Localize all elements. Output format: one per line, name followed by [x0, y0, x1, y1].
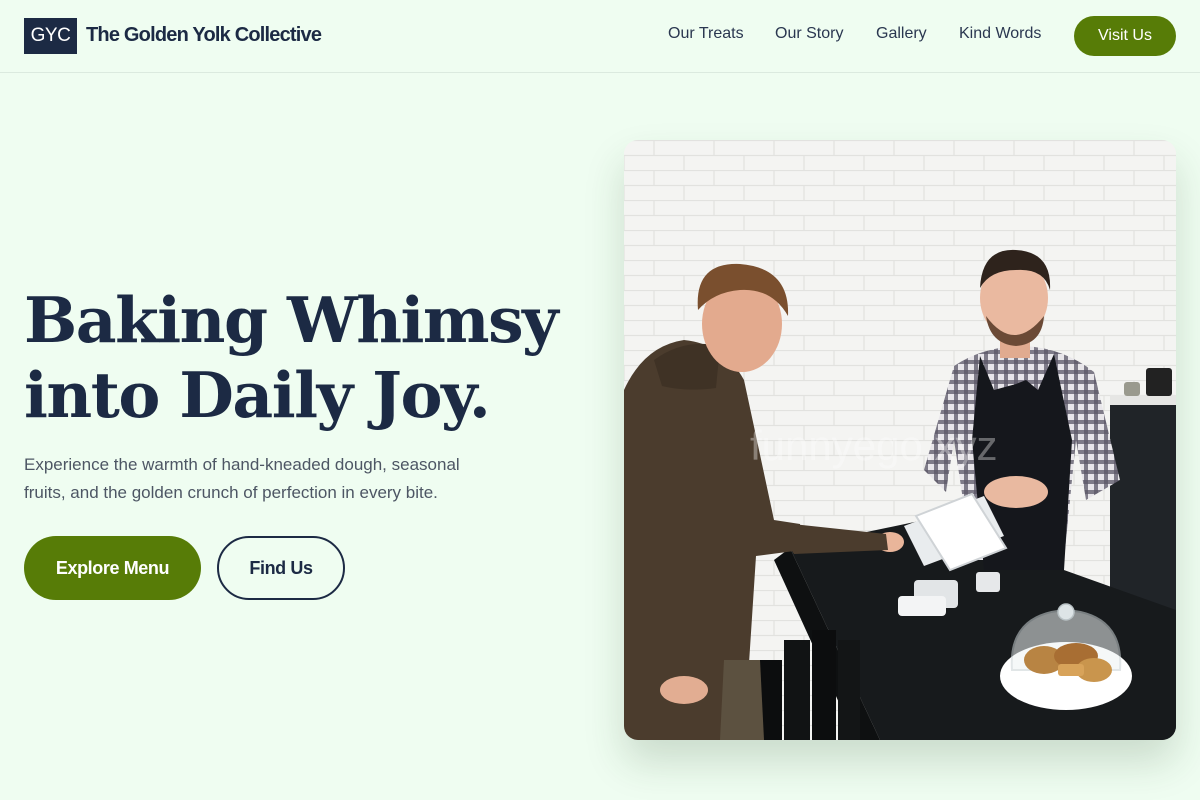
- nav-item-gallery[interactable]: Gallery: [876, 25, 927, 43]
- visit-us-button[interactable]: Visit Us: [1074, 16, 1176, 56]
- nav-item-kind-words[interactable]: Kind Words: [959, 25, 1041, 43]
- main-nav: Our Treats Our Story Gallery Kind Words: [0, 25, 1200, 49]
- hero-subtitle-line-1: Experience the warmth of hand-kneaded do…: [24, 455, 460, 474]
- find-us-button[interactable]: Find Us: [217, 536, 345, 600]
- hero-subtitle-line-2: fruits, and the golden crunch of perfect…: [24, 483, 438, 502]
- nav-item-our-story[interactable]: Our Story: [775, 25, 843, 43]
- shelf-item: [1146, 368, 1172, 396]
- nav-item-our-treats[interactable]: Our Treats: [668, 25, 744, 43]
- image-watermark: funnyego.xyz: [750, 422, 998, 469]
- hero-title-line-1: Baking Whimsy: [24, 283, 559, 357]
- hero-title-line-2: into Daily Joy.: [24, 358, 491, 432]
- site-header: GYC The Golden Yolk Collective Our Treat…: [0, 0, 1200, 73]
- bakery-checkout-illustration: funnyego.xyz: [624, 140, 1176, 740]
- hero-photo: funnyego.xyz: [624, 140, 1176, 740]
- hero-title: Baking Whimsy into Daily Joy.: [24, 283, 584, 433]
- explore-menu-button[interactable]: Explore Menu: [24, 536, 201, 600]
- hero-subtitle: Experience the warmth of hand-kneaded do…: [24, 451, 504, 507]
